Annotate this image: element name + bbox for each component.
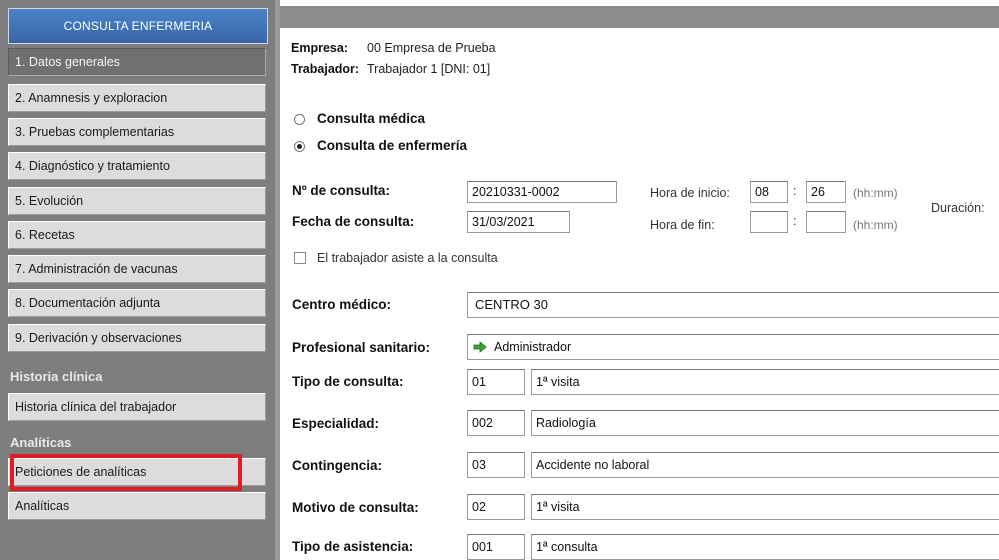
especialidad-value[interactable]: Radiología xyxy=(531,410,999,436)
hora-fin-sep: : xyxy=(793,214,797,228)
hora-inicio-hours[interactable]: 08 xyxy=(750,181,788,203)
centro-medico-label: Centro médico: xyxy=(292,297,392,312)
sidebar-item-datos-generales[interactable]: 1. Datos generales xyxy=(8,48,266,76)
main-panel: Empresa: 00 Empresa de Prueba Trabajador… xyxy=(280,0,999,560)
sidebar-header: CONSULTA ENFERMERIA xyxy=(8,8,268,44)
motivo-label: Motivo de consulta: xyxy=(292,500,419,515)
sidebar-item-derivacion[interactable]: 9. Derivación y observaciones xyxy=(8,324,266,352)
profesional-value: Administrador xyxy=(494,340,572,354)
hora-inicio-sep: : xyxy=(793,184,797,198)
hora-fin-label: Hora de fin: xyxy=(650,218,715,232)
sidebar-item-peticiones-analiticas[interactable]: Peticiones de analíticas xyxy=(8,458,266,486)
hora-inicio-minutes[interactable]: 26 xyxy=(806,181,846,203)
sidebar-item-diagnostico[interactable]: 4. Diagnóstico y tratamiento xyxy=(8,152,266,180)
top-bar xyxy=(280,6,999,28)
profesional-field[interactable]: Administrador xyxy=(467,334,999,360)
sidebar: CONSULTA ENFERMERIA 1. Datos generales 2… xyxy=(0,0,275,560)
sidebar-item-historia-trabajador[interactable]: Historia clínica del trabajador xyxy=(8,393,266,421)
asiste-checkbox[interactable] xyxy=(294,252,306,264)
green-arrow-right-icon xyxy=(473,341,487,353)
asistencia-label: Tipo de asistencia: xyxy=(292,539,414,554)
tipo-consulta-code[interactable]: 01 xyxy=(467,369,525,395)
especialidad-code[interactable]: 002 xyxy=(467,410,525,436)
trabajador-label: Trabajador: xyxy=(291,62,360,76)
section-historia-clinica: Historia clínica xyxy=(10,369,103,384)
asistencia-code[interactable]: 001 xyxy=(467,534,525,560)
trabajador-value: Trabajador 1 [DNI: 01] xyxy=(367,62,491,76)
contingencia-code[interactable]: 03 xyxy=(467,452,525,478)
hora-fin-hours[interactable] xyxy=(750,211,788,233)
radio-consulta-medica[interactable] xyxy=(294,114,305,125)
sidebar-item-evolucion[interactable]: 5. Evolución xyxy=(8,187,266,215)
centro-medico-field[interactable]: CENTRO 30 xyxy=(467,292,999,318)
motivo-code[interactable]: 02 xyxy=(467,494,525,520)
contingencia-label: Contingencia: xyxy=(292,458,382,473)
asiste-label: El trabajador asiste a la consulta xyxy=(317,251,498,265)
duracion-label: Duración: xyxy=(931,201,985,215)
radio-consulta-enfermeria-label: Consulta de enfermería xyxy=(317,138,468,153)
motivo-value[interactable]: 1ª visita xyxy=(531,494,999,520)
tipo-consulta-label: Tipo de consulta: xyxy=(292,374,404,389)
especialidad-label: Especialidad: xyxy=(292,416,380,431)
hora-inicio-hint: (hh:mm) xyxy=(853,186,898,200)
hora-fin-hint: (hh:mm) xyxy=(853,218,898,232)
hora-inicio-label: Hora de inicio: xyxy=(650,186,730,200)
radio-consulta-enfermeria[interactable] xyxy=(294,141,305,152)
radio-consulta-medica-label: Consulta médica xyxy=(317,111,426,126)
empresa-value: 00 Empresa de Prueba xyxy=(367,41,496,55)
num-consulta-label: Nº de consulta: xyxy=(292,183,390,198)
sidebar-item-vacunas[interactable]: 7. Administración de vacunas xyxy=(8,255,266,283)
num-consulta-field[interactable]: 20210331-0002 xyxy=(467,181,617,203)
tipo-consulta-value[interactable]: 1ª visita xyxy=(531,369,999,395)
sidebar-item-documentacion[interactable]: 8. Documentación adjunta xyxy=(8,289,266,317)
sidebar-item-anamnesis[interactable]: 2. Anamnesis y exploracion xyxy=(8,84,266,112)
asistencia-value[interactable]: 1ª consulta xyxy=(531,534,999,560)
empresa-label: Empresa: xyxy=(291,41,348,55)
sidebar-item-recetas[interactable]: 6. Recetas xyxy=(8,221,266,249)
fecha-consulta-label: Fecha de consulta: xyxy=(292,214,415,229)
contingencia-value[interactable]: Accidente no laboral xyxy=(531,452,999,478)
profesional-label: Profesional sanitario: xyxy=(292,340,431,355)
section-analiticas: Analíticas xyxy=(10,435,72,450)
fecha-consulta-field[interactable]: 31/03/2021 xyxy=(467,211,570,233)
sidebar-item-pruebas[interactable]: 3. Pruebas complementarias xyxy=(8,118,266,146)
sidebar-item-analiticas[interactable]: Analíticas xyxy=(8,492,266,520)
hora-fin-minutes[interactable] xyxy=(806,211,846,233)
